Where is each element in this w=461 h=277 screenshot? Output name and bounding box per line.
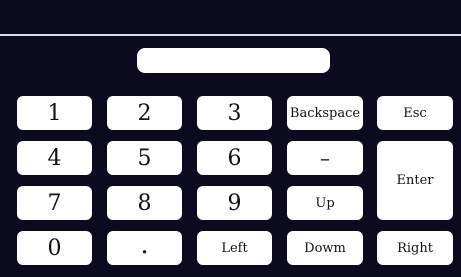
minus-key[interactable]: – — [287, 141, 363, 175]
input-display[interactable] — [137, 48, 330, 73]
decimal-point-key[interactable]: . — [107, 231, 182, 265]
backspace-key[interactable]: Backspace — [287, 96, 363, 130]
key-2[interactable]: 2 — [107, 96, 182, 130]
enter-key[interactable]: Enter — [377, 141, 453, 220]
header-divider — [0, 34, 461, 36]
key-4[interactable]: 4 — [17, 141, 92, 175]
key-9[interactable]: 9 — [197, 186, 272, 220]
key-3[interactable]: 3 — [197, 96, 272, 130]
key-5[interactable]: 5 — [107, 141, 182, 175]
down-key[interactable]: Dowm — [287, 231, 363, 265]
key-7[interactable]: 7 — [17, 186, 92, 220]
key-8[interactable]: 8 — [107, 186, 182, 220]
key-0[interactable]: 0 — [17, 231, 92, 265]
key-6[interactable]: 6 — [197, 141, 272, 175]
esc-key[interactable]: Esc — [377, 96, 453, 130]
right-key[interactable]: Right — [377, 231, 453, 265]
up-key[interactable]: Up — [287, 186, 363, 220]
left-key[interactable]: Left — [197, 231, 272, 265]
key-1[interactable]: 1 — [17, 96, 92, 130]
